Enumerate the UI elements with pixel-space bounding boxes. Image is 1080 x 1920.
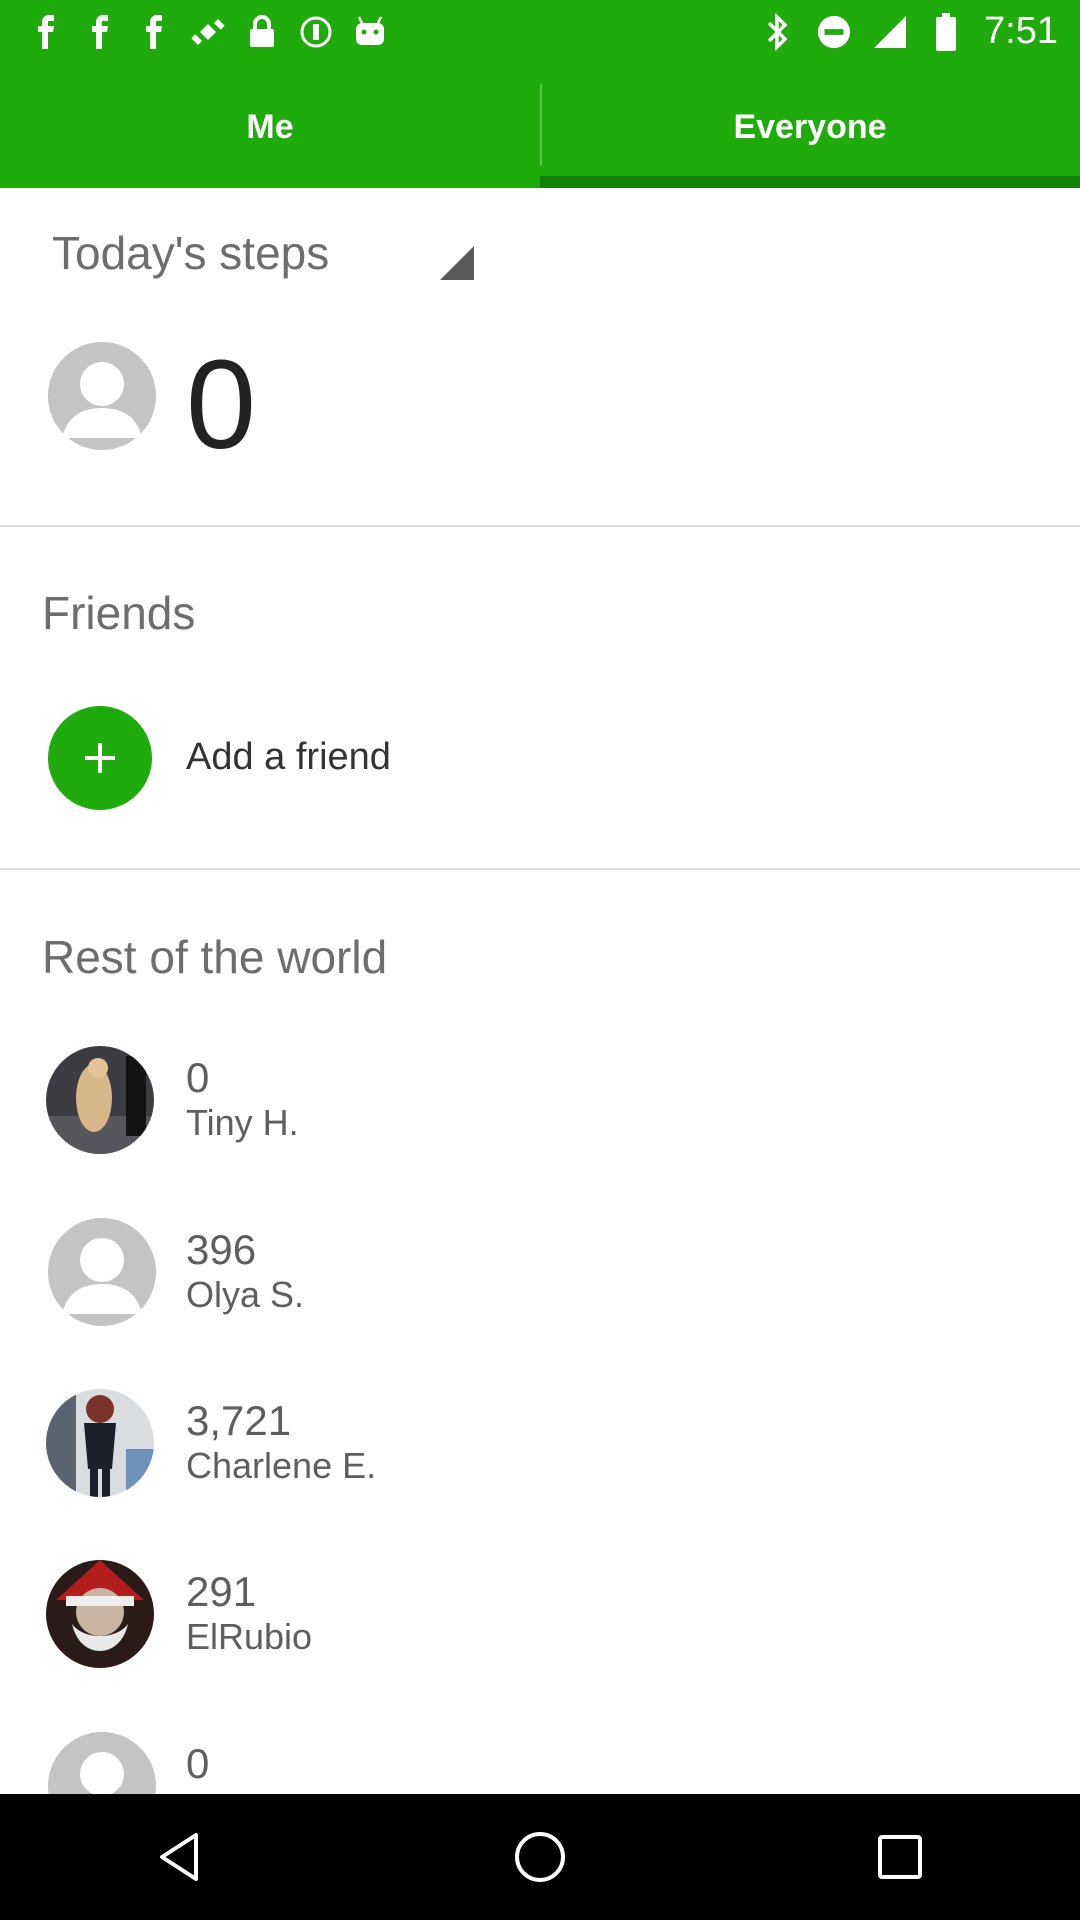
status-bar: 7:51 — [0, 0, 1080, 66]
status-time: 7:51 — [984, 10, 1058, 52]
home-icon — [515, 1832, 565, 1882]
facebook-icon — [82, 14, 118, 50]
back-button[interactable] — [120, 1797, 240, 1917]
navigation-bar — [0, 1794, 1080, 1920]
row-name: Charlene E. — [186, 1445, 377, 1486]
avatar-photo — [46, 1046, 154, 1154]
row-value: 3,721 — [186, 1397, 292, 1444]
recents-icon — [878, 1835, 922, 1879]
list-item[interactable]: 3,721 Charlene E. — [0, 1389, 1080, 1499]
do-not-disturb-icon — [816, 14, 852, 50]
row-value: 0 — [186, 1740, 210, 1787]
recents-button[interactable] — [840, 1797, 960, 1917]
home-button[interactable] — [480, 1797, 600, 1917]
tab-everyone-label: Everyone — [733, 107, 887, 146]
section-divider — [0, 868, 1080, 870]
default-avatar-icon — [48, 1218, 156, 1326]
lock-icon — [244, 14, 280, 50]
default-avatar-icon — [48, 1732, 156, 1794]
tab-me-label: Me — [246, 107, 294, 146]
tab-divider — [540, 84, 542, 166]
fake-gps-icon — [190, 14, 226, 50]
tab-me[interactable]: Me — [0, 66, 540, 188]
bluetooth-icon — [760, 12, 796, 51]
row-value: 396 — [186, 1226, 257, 1273]
row-value: 291 — [186, 1568, 257, 1615]
facebook-icon — [28, 14, 64, 50]
avatar-photo — [46, 1560, 154, 1668]
row-name: Olya S. — [186, 1274, 305, 1315]
my-steps-count: 0 — [186, 334, 257, 475]
todays-steps-dropdown[interactable]: Today's steps — [52, 226, 329, 280]
my-avatar — [48, 342, 156, 450]
rest-of-world-title: Rest of the world — [42, 931, 388, 983]
dropdown-arrow-icon[interactable] — [438, 244, 474, 285]
list-item[interactable]: 291 ElRubio — [0, 1560, 1080, 1670]
avatar-photo — [46, 1389, 154, 1497]
friends-title: Friends — [42, 587, 196, 639]
row-value: 0 — [186, 1054, 210, 1101]
section-divider — [0, 525, 1080, 527]
row-name: ElRubio — [186, 1616, 313, 1657]
back-icon — [160, 1833, 198, 1881]
battery-icon — [928, 12, 964, 51]
list-item[interactable]: 0 Tiny H. — [0, 1046, 1080, 1156]
system-icons: 7:51 — [760, 10, 1058, 53]
add-icon — [48, 706, 152, 810]
add-friend-label: Add a friend — [186, 736, 391, 778]
add-friend-button[interactable]: Add a friend — [48, 706, 608, 810]
facebook-icon — [136, 14, 172, 50]
tab-everyone[interactable]: Everyone — [540, 66, 1080, 188]
android-icon — [352, 14, 388, 50]
list-item[interactable]: 0 — [0, 1732, 1080, 1794]
list-item[interactable]: 396 Olya S. — [0, 1218, 1080, 1328]
circle-icon — [298, 14, 334, 50]
row-name: Tiny H. — [186, 1102, 299, 1143]
signal-icon — [872, 14, 908, 50]
notification-icons — [28, 14, 388, 50]
todays-steps-title: Today's steps — [52, 227, 330, 279]
